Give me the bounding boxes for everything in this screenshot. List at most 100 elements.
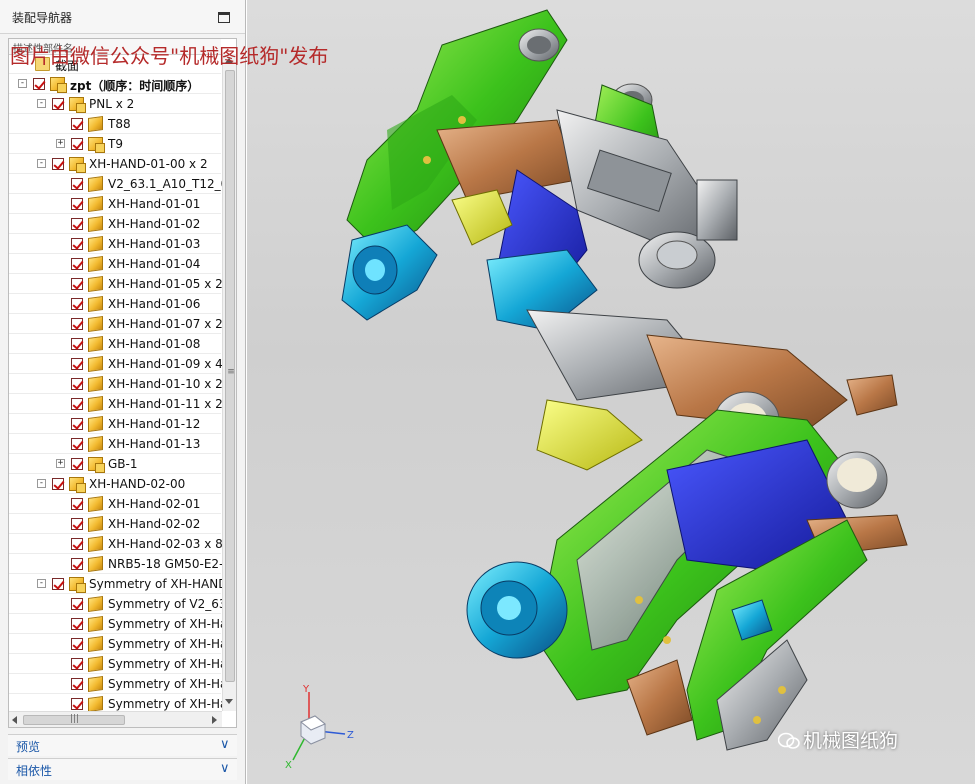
visibility-checkbox[interactable]: [71, 538, 83, 550]
collapse-icon[interactable]: -: [37, 99, 46, 108]
tree-row[interactable]: - XH-HAND-01-00 x 2: [9, 154, 221, 174]
visibility-checkbox[interactable]: [71, 698, 83, 710]
tree-row[interactable]: XH-Hand-01-05 x 2: [9, 274, 223, 294]
robot-hand-3d-model[interactable]: [247, 0, 975, 784]
tree-row[interactable]: Symmetry of XH-Han: [9, 614, 235, 634]
tree-row[interactable]: - zpt（顺序：时间顺序）: [9, 74, 221, 94]
assembly-icon: [69, 477, 86, 493]
tree-row[interactable]: Symmetry of XH-Han: [9, 654, 235, 674]
tree-row[interactable]: XH-Hand-01-12: [9, 414, 221, 434]
visibility-checkbox[interactable]: [71, 438, 83, 450]
tree-row[interactable]: Symmetry of XH-Han: [9, 674, 235, 694]
watermark-bottom: 机械图纸狗: [803, 730, 899, 752]
visibility-checkbox[interactable]: [71, 218, 83, 230]
visibility-checkbox[interactable]: [71, 118, 83, 130]
tree-row-label: Symmetry of XH-Han: [108, 697, 235, 711]
part-icon: [88, 275, 103, 293]
part-icon: [88, 315, 103, 333]
part-icon: [88, 695, 103, 713]
tree-row[interactable]: Symmetry of XH-Han: [9, 634, 235, 654]
tree-row[interactable]: - PNL x 2: [9, 94, 221, 114]
graphics-viewport[interactable]: Y Z X 机械图纸狗: [247, 0, 975, 784]
visibility-checkbox[interactable]: [71, 418, 83, 430]
maximize-icon[interactable]: [218, 12, 230, 23]
visibility-checkbox[interactable]: [52, 98, 64, 110]
tree-row[interactable]: + T9: [9, 134, 221, 154]
tree-row[interactable]: XH-Hand-01-08: [9, 334, 221, 354]
vertical-scrollbar[interactable]: ≡: [222, 54, 236, 711]
scroll-right-icon[interactable]: [212, 716, 217, 724]
part-icon: [88, 195, 103, 213]
part-icon: [88, 235, 103, 253]
tree-row[interactable]: XH-Hand-01-02: [9, 214, 221, 234]
collapse-icon[interactable]: -: [37, 159, 46, 168]
visibility-checkbox[interactable]: [71, 518, 83, 530]
tree-row[interactable]: XH-Hand-02-03 x 8: [9, 534, 223, 554]
visibility-checkbox[interactable]: [71, 498, 83, 510]
tree-row[interactable]: XH-Hand-02-02: [9, 514, 221, 534]
tree-row-label: XH-Hand-02-01: [108, 497, 201, 511]
tree-row[interactable]: - Symmetry of XH-HAND: [9, 574, 227, 594]
tree-row[interactable]: XH-Hand-01-06: [9, 294, 221, 314]
tree-row[interactable]: XH-Hand-01-11 x 2: [9, 394, 223, 414]
tree-row[interactable]: V2_63.1_A10_T12_09: [9, 174, 236, 194]
visibility-checkbox[interactable]: [71, 618, 83, 630]
visibility-checkbox[interactable]: [52, 578, 64, 590]
tree-row-label: Symmetry of V2_63.1: [108, 597, 237, 611]
tree-row[interactable]: NRB5-18 GM50-E2-0: [9, 554, 231, 574]
tree-row[interactable]: XH-Hand-02-01: [9, 494, 221, 514]
part-icon: [88, 295, 103, 313]
tree-row[interactable]: T88: [9, 114, 221, 134]
tree-row[interactable]: XH-Hand-01-07 x 2: [9, 314, 223, 334]
visibility-checkbox[interactable]: [71, 558, 83, 570]
tree-row[interactable]: Symmetry of V2_63.1: [9, 594, 236, 614]
tree-row-label: XH-Hand-01-12: [108, 417, 201, 431]
visibility-checkbox[interactable]: [71, 138, 83, 150]
visibility-checkbox[interactable]: [71, 598, 83, 610]
visibility-checkbox[interactable]: [71, 338, 83, 350]
tree-row[interactable]: XH-Hand-01-03: [9, 234, 221, 254]
visibility-checkbox[interactable]: [71, 378, 83, 390]
tree-row[interactable]: XH-Hand-01-01: [9, 194, 221, 214]
visibility-checkbox[interactable]: [71, 398, 83, 410]
chevron-down-icon[interactable]: ∨: [220, 761, 230, 776]
chevron-down-icon[interactable]: ∨: [220, 737, 230, 752]
horizontal-scrollbar[interactable]: |||: [9, 711, 222, 727]
visibility-checkbox[interactable]: [71, 178, 83, 190]
part-icon: [88, 335, 103, 353]
tree-row[interactable]: + GB-1: [9, 454, 221, 474]
preview-panel-toggle[interactable]: 预览 ∨: [8, 734, 237, 756]
visibility-checkbox[interactable]: [71, 358, 83, 370]
expand-icon[interactable]: +: [56, 139, 65, 148]
visibility-checkbox[interactable]: [71, 658, 83, 670]
visibility-checkbox[interactable]: [71, 238, 83, 250]
tree-row[interactable]: XH-Hand-01-09 x 4: [9, 354, 223, 374]
visibility-checkbox[interactable]: [71, 198, 83, 210]
visibility-checkbox[interactable]: [71, 638, 83, 650]
collapse-icon[interactable]: -: [18, 79, 27, 88]
scroll-left-icon[interactable]: [12, 716, 17, 724]
visibility-checkbox[interactable]: [71, 678, 83, 690]
part-icon: [88, 655, 103, 673]
expand-icon[interactable]: +: [56, 459, 65, 468]
visibility-checkbox[interactable]: [33, 78, 45, 90]
collapse-icon[interactable]: -: [37, 579, 46, 588]
dependencies-panel-toggle[interactable]: 相依性 ∨: [8, 758, 237, 780]
visibility-checkbox[interactable]: [71, 258, 83, 270]
tree-row[interactable]: - XH-HAND-02-00: [9, 474, 221, 494]
visibility-checkbox[interactable]: [71, 458, 83, 470]
visibility-checkbox[interactable]: [52, 158, 64, 170]
horizontal-scroll-thumb[interactable]: |||: [23, 714, 125, 725]
part-icon: [88, 675, 103, 693]
visibility-checkbox[interactable]: [52, 478, 64, 490]
collapse-icon[interactable]: -: [37, 479, 46, 488]
scroll-down-icon[interactable]: [225, 699, 233, 704]
visibility-checkbox[interactable]: [71, 318, 83, 330]
tree-row[interactable]: XH-Hand-01-13: [9, 434, 221, 454]
visibility-checkbox[interactable]: [71, 298, 83, 310]
visibility-checkbox[interactable]: [71, 278, 83, 290]
tree-row[interactable]: XH-Hand-01-04: [9, 254, 221, 274]
tree-row[interactable]: XH-Hand-01-10 x 2: [9, 374, 223, 394]
tree-row-label: XH-Hand-01-13: [108, 437, 201, 451]
vertical-scroll-thumb[interactable]: ≡: [225, 70, 235, 682]
